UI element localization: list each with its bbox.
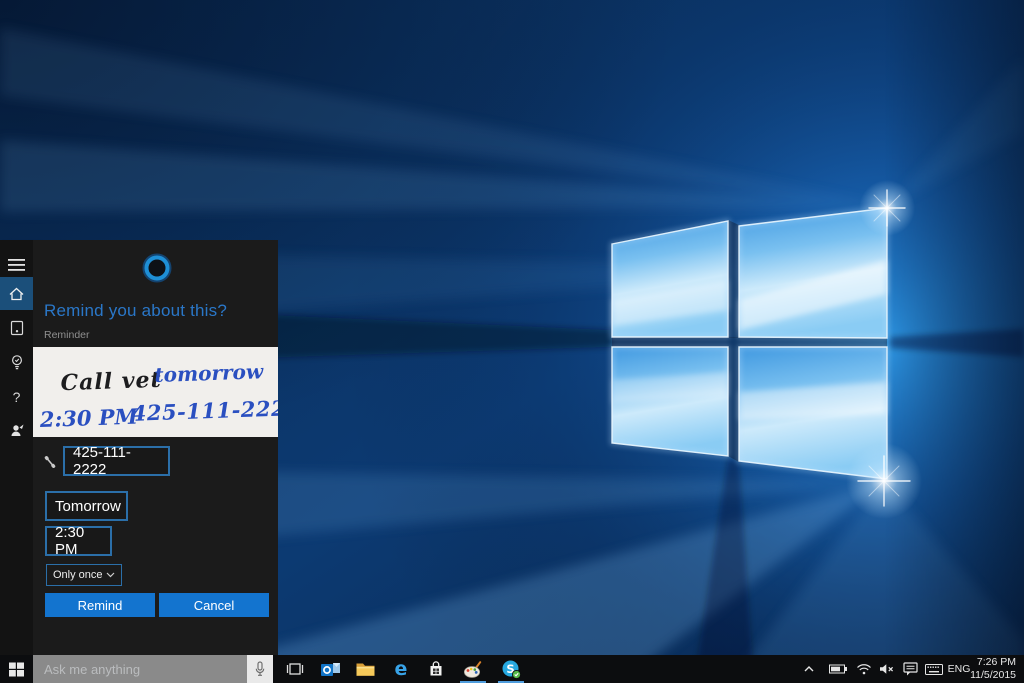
- svg-text:e: e: [395, 659, 408, 679]
- help-icon: ?: [13, 389, 21, 405]
- phone-icon: [42, 454, 58, 470]
- time-button-label: 2:30 PM: [55, 524, 102, 558]
- action-center-icon: [903, 662, 918, 676]
- cortana-panel: ? Remind you about this? Reminder Call v…: [0, 240, 278, 655]
- notebook-icon: [9, 320, 25, 336]
- battery-icon: [829, 664, 848, 674]
- cancel-button[interactable]: Cancel: [159, 593, 269, 617]
- chevron-down-icon: [106, 572, 115, 578]
- cortana-ring-icon: [142, 253, 172, 283]
- handwriting-ink-area[interactable]: Call vet tomorrow 2:30 PM 425-111-2222: [33, 347, 278, 437]
- clock[interactable]: 7:26 PM 11/5/2015: [972, 655, 1016, 683]
- store-icon: [428, 661, 444, 677]
- fresh-paint-button[interactable]: [456, 655, 490, 683]
- sidebar-item-reminders[interactable]: [0, 346, 33, 379]
- clock-time: 7:26 PM: [977, 656, 1016, 669]
- recurrence-dropdown[interactable]: Only once: [46, 564, 122, 586]
- volume-status[interactable]: [876, 655, 898, 683]
- edge-button[interactable]: e: [384, 655, 418, 683]
- microphone-button[interactable]: [247, 655, 273, 683]
- cancel-button-label: Cancel: [194, 598, 234, 613]
- reminder-type-label: Reminder: [44, 329, 90, 341]
- start-button[interactable]: [0, 655, 33, 683]
- clock-date: 11/5/2015: [970, 669, 1016, 682]
- battery-status[interactable]: [826, 655, 850, 683]
- language-indicator[interactable]: ENG: [946, 655, 972, 683]
- home-icon: [8, 286, 25, 302]
- file-explorer-icon: [356, 662, 375, 677]
- taskbar-search: [33, 655, 273, 683]
- taskbar: e S: [0, 655, 1024, 683]
- action-center-button[interactable]: [899, 655, 921, 683]
- fresh-paint-icon: [464, 661, 482, 678]
- volume-muted-icon: [879, 663, 895, 675]
- outlook-button[interactable]: [313, 655, 347, 683]
- task-view-icon: [286, 662, 304, 676]
- sidebar-item-feedback[interactable]: [0, 414, 33, 447]
- network-status[interactable]: [853, 655, 875, 683]
- sidebar-item-notebook[interactable]: [0, 311, 33, 344]
- ink-text-phone: 425-111-2222: [131, 395, 278, 426]
- date-button[interactable]: Tomorrow: [45, 491, 128, 521]
- ink-text-tomorrow: tomorrow: [154, 359, 264, 387]
- sidebar-item-home[interactable]: [0, 277, 33, 310]
- task-view-button[interactable]: [278, 655, 312, 683]
- tray-overflow-button[interactable]: [800, 655, 818, 683]
- phone-number-value: 425-111-2222: [73, 444, 160, 478]
- skype-icon: S: [502, 660, 521, 679]
- date-button-label: Tomorrow: [55, 498, 121, 515]
- menu-icon: [8, 259, 25, 271]
- keyboard-icon: [925, 664, 943, 675]
- sidebar-item-help[interactable]: ?: [0, 380, 33, 413]
- remind-button-label: Remind: [78, 598, 123, 613]
- phone-number-field[interactable]: 425-111-2222: [63, 446, 170, 476]
- recurrence-value: Only once: [53, 569, 103, 581]
- ink-text-time: 2:30 PM: [38, 404, 139, 432]
- feedback-icon: [9, 423, 25, 438]
- wifi-icon: [856, 663, 872, 675]
- language-label: ENG: [948, 663, 971, 675]
- outlook-icon: [321, 661, 340, 677]
- edge-icon: e: [391, 659, 411, 679]
- file-explorer-button[interactable]: [348, 655, 382, 683]
- skype-button[interactable]: S: [494, 655, 528, 683]
- touch-keyboard-button[interactable]: [922, 655, 946, 683]
- panel-title: Remind you about this?: [44, 301, 227, 321]
- search-input[interactable]: [33, 656, 247, 682]
- remind-button[interactable]: Remind: [45, 593, 155, 617]
- chevron-up-icon: [803, 665, 815, 673]
- start-icon: [9, 662, 24, 677]
- ink-text-black: Call vet: [60, 367, 162, 397]
- time-button[interactable]: 2:30 PM: [45, 526, 112, 556]
- cortana-sidebar: ?: [0, 240, 33, 655]
- store-button[interactable]: [419, 655, 453, 683]
- microphone-icon: [255, 661, 265, 677]
- reminders-icon: [9, 354, 25, 371]
